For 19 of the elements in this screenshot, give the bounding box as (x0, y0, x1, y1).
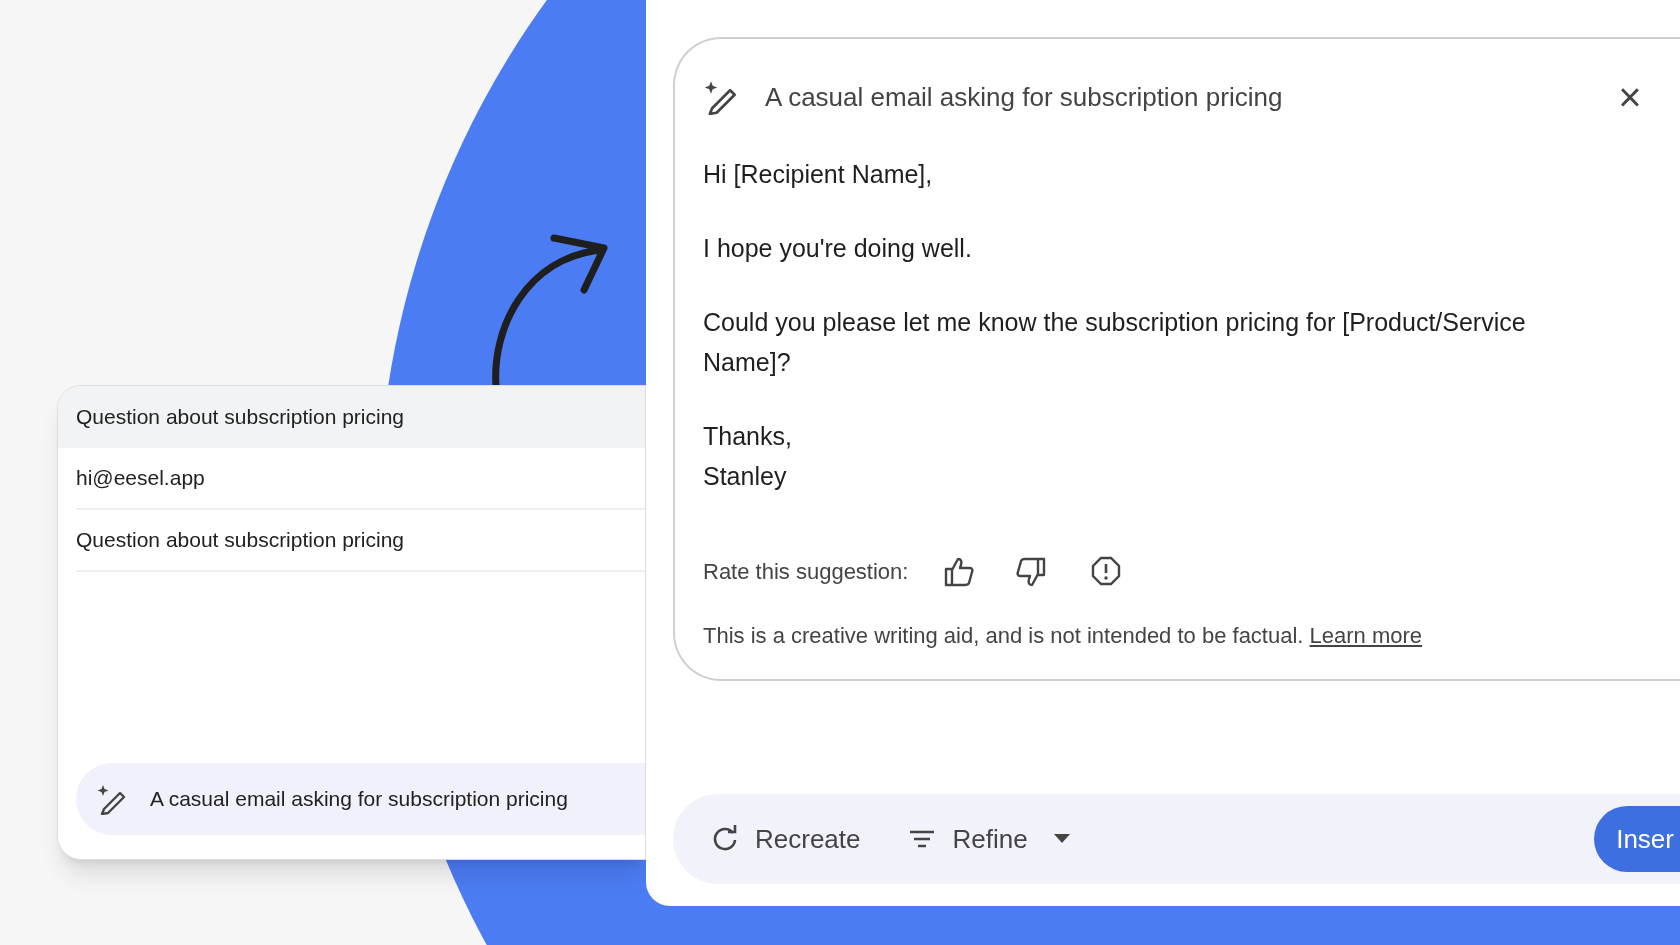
learn-more-link[interactable]: Learn more (1309, 623, 1423, 648)
subject-header: Question about subscription pricing (58, 386, 645, 448)
rating-label: Rate this suggestion: (703, 557, 909, 586)
email-text: Thanks, (703, 421, 793, 452)
email-field[interactable]: Question about subscription pricing (76, 510, 645, 572)
recreate-button[interactable]: Recreate (709, 819, 861, 859)
magic-pen-icon (96, 783, 126, 815)
disclaimer-text: This is a creative writing aid, and is not intended to be factual. Learn more (703, 622, 1424, 650)
insert-button[interactable]: Inser (1594, 806, 1680, 872)
prompt-field[interactable]: A casual email asking for subscription pricing (76, 763, 645, 835)
email-text: Could you please let me know the subscription pricing for [Product/Service Name]? (703, 307, 1527, 378)
close-button[interactable]: × (1610, 77, 1650, 117)
prompt-title: A casual email asking for subscription pricing (765, 80, 1283, 114)
prompt-text: A casual email asking for subscription pricing (150, 786, 568, 813)
email-field[interactable]: hi@eesel.app (76, 448, 645, 510)
email-text: Stanley (703, 461, 788, 492)
refine-button[interactable]: Refine (906, 819, 1028, 859)
email-text: Hi [Recipient Name], (703, 159, 934, 190)
email-text: I hope you're doing well. (703, 233, 973, 264)
